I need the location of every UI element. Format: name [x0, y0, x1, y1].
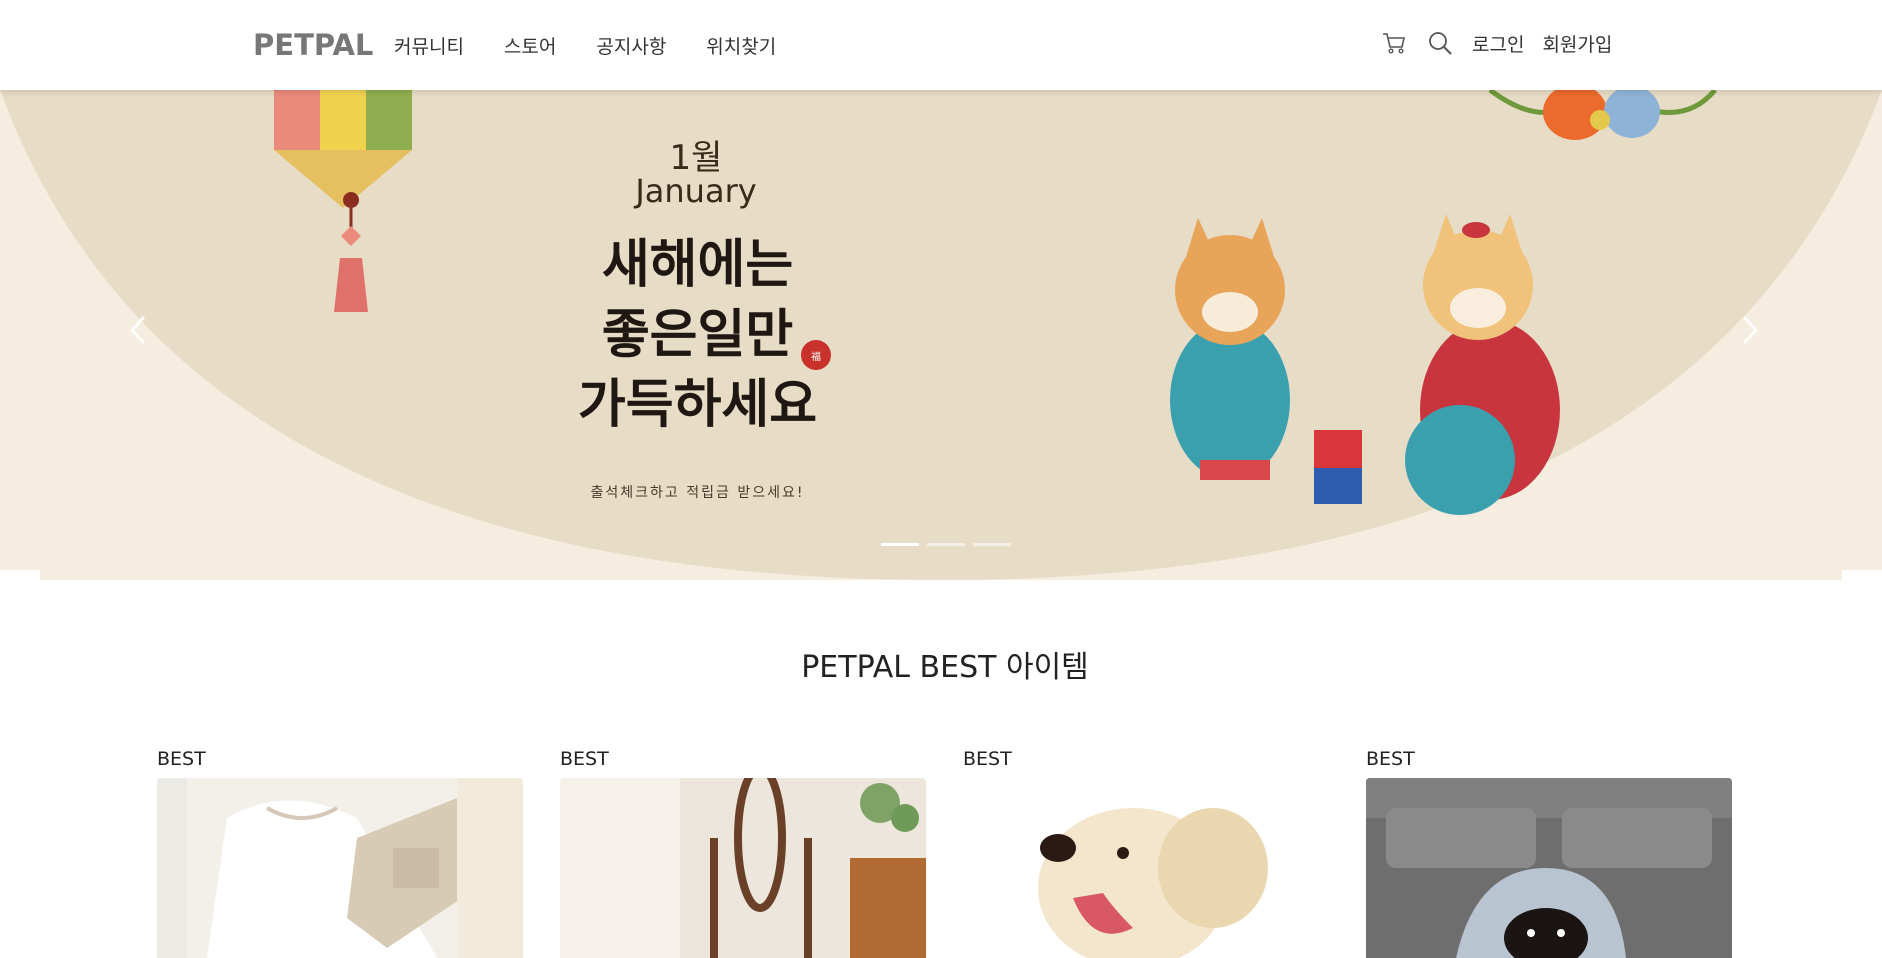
main-nav: 커뮤니티 스토어 공지사항 위치찾기: [394, 32, 776, 59]
chevron-left-icon[interactable]: [118, 310, 158, 350]
product-card[interactable]: BEST: [157, 748, 523, 958]
product-image[interactable]: [157, 778, 523, 958]
greeting-line-2: 좋은일만: [601, 304, 794, 365]
banner-greeting: 새해에는 좋은일만 가득하세요: [555, 230, 840, 440]
signup-link[interactable]: 회원가입: [1542, 30, 1612, 57]
slide-dot-1[interactable]: [881, 543, 919, 546]
nav-notice[interactable]: 공지사항: [596, 32, 666, 59]
banner-month-en: January: [635, 172, 757, 210]
best-section-title: PETPAL BEST 아이템: [801, 650, 1089, 685]
slide-dot-3[interactable]: [973, 543, 1011, 546]
chevron-right-icon[interactable]: [1730, 310, 1770, 350]
best-items-list: BEST BEST BEST BEST: [157, 748, 1732, 958]
user-menu: 로그인 회원가입: [1380, 28, 1612, 58]
best-badge: BEST: [560, 748, 609, 770]
logo[interactable]: PETPAL: [253, 28, 373, 62]
search-icon[interactable]: [1426, 28, 1454, 58]
best-badge: BEST: [157, 748, 206, 770]
product-image[interactable]: [1366, 778, 1732, 958]
product-image[interactable]: [560, 778, 926, 958]
greeting-line-1: 새해에는: [601, 234, 794, 295]
site-header: PETPAL 커뮤니티 스토어 공지사항 위치찾기 로그인 회원가입: [0, 0, 1882, 90]
slide-dot-2[interactable]: [927, 543, 965, 546]
login-link[interactable]: 로그인: [1472, 30, 1524, 57]
product-card[interactable]: BEST: [560, 748, 926, 958]
product-image[interactable]: [963, 778, 1329, 958]
product-card[interactable]: BEST: [1366, 748, 1732, 958]
slide-indicators: [881, 543, 1011, 546]
nav-community[interactable]: 커뮤니티: [394, 32, 464, 59]
best-badge: BEST: [1366, 748, 1415, 770]
red-seal-stamp: 福: [801, 340, 831, 370]
banner-subtitle: 출석체크하고 적립금 받으세요!: [590, 485, 805, 501]
greeting-line-3: 가득하세요: [577, 374, 818, 435]
cart-icon[interactable]: [1380, 28, 1408, 58]
product-card[interactable]: BEST: [963, 748, 1329, 958]
hero-banner: 1월 January 새해에는 좋은일만 가득하세요 福 출석체크하고 적립금 …: [0, 90, 1882, 580]
nav-store[interactable]: 스토어: [504, 32, 556, 59]
best-badge: BEST: [963, 748, 1012, 770]
nav-location[interactable]: 위치찾기: [706, 32, 776, 59]
